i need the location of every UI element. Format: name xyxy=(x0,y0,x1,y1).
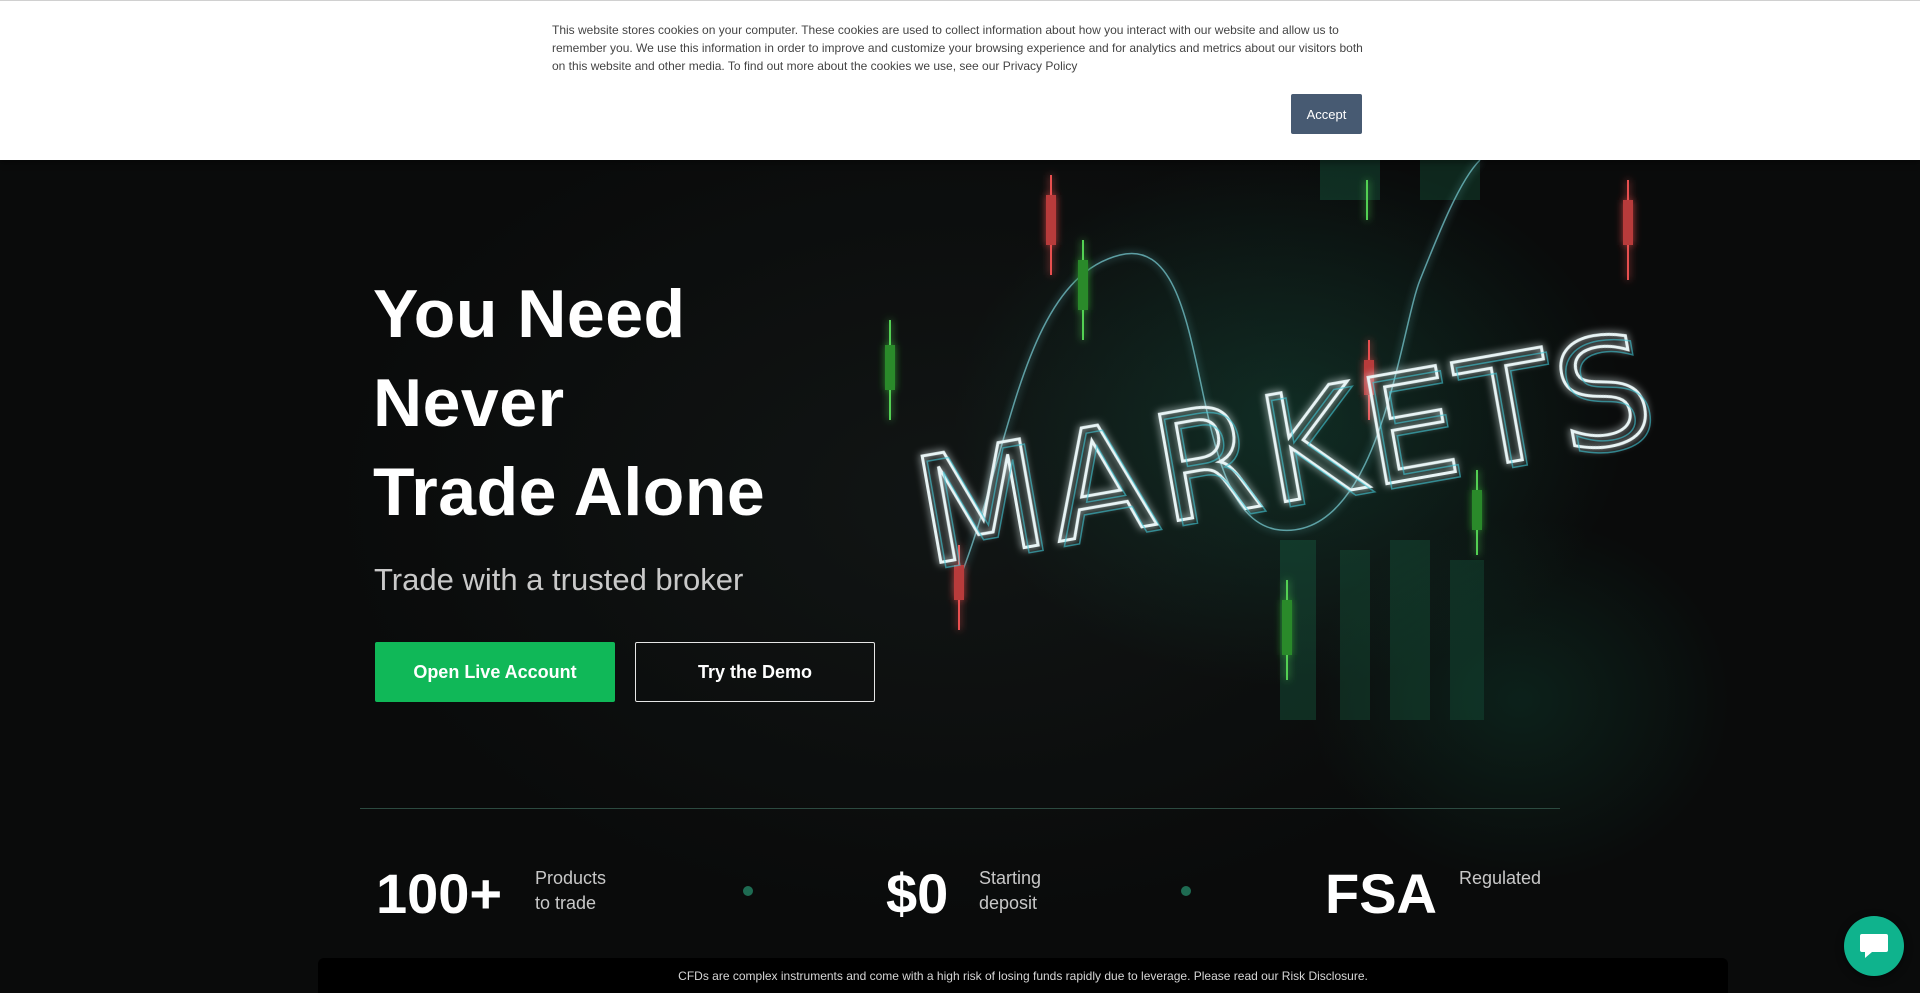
light-streak xyxy=(1390,540,1430,720)
hero-title-line: Never xyxy=(373,365,565,441)
cookie-banner-text: This website stores cookies on your comp… xyxy=(552,23,1363,73)
light-streak xyxy=(1340,550,1370,720)
light-streak xyxy=(1450,560,1484,720)
stat-separator-dot xyxy=(1181,886,1191,896)
stat-label-line: Regulated xyxy=(1459,868,1542,888)
open-live-account-button[interactable]: Open Live Account xyxy=(375,642,615,702)
stat-label: Products to trade xyxy=(535,866,606,916)
candlestick xyxy=(1282,600,1292,655)
hero-subtitle: Trade with a trusted broker xyxy=(374,562,744,597)
hero-title: You Need Never Trade Alone xyxy=(373,270,893,537)
stat-label: Regulated xyxy=(1459,866,1541,891)
hero-title-line: You Need xyxy=(373,276,686,352)
candlestick xyxy=(1078,260,1088,310)
hero-title-line: Trade Alone xyxy=(373,454,766,530)
cookie-banner: This website stores cookies on your comp… xyxy=(0,0,1920,160)
candlestick xyxy=(1623,200,1633,245)
stat-label: Starting deposit xyxy=(979,866,1041,916)
light-streak xyxy=(1320,160,1380,200)
chat-bubble-icon xyxy=(1860,934,1888,958)
risk-disclosure-bar: CFDs are complex instruments and come wi… xyxy=(318,958,1728,993)
candlestick xyxy=(885,345,895,390)
stat-label-line: deposit xyxy=(979,893,1038,913)
risk-disclosure-text[interactable]: CFDs are complex instruments and come wi… xyxy=(678,969,1368,983)
stat-value: $0 xyxy=(886,862,949,925)
light-streak xyxy=(1420,160,1480,200)
stat-label-line: to trade xyxy=(535,893,597,913)
stat-value: FSA xyxy=(1325,862,1437,925)
section-divider xyxy=(360,808,1560,809)
stat-separator-dot xyxy=(743,886,753,896)
try-demo-button[interactable]: Try the Demo xyxy=(635,642,875,702)
chat-button[interactable] xyxy=(1844,916,1904,976)
markets-neon-illustration: MARKETS MARKETS xyxy=(885,160,1660,720)
candlestick xyxy=(1046,195,1056,245)
accept-cookies-button[interactable]: Accept xyxy=(1291,94,1362,134)
stat-label-line: Products xyxy=(535,868,607,888)
stat-label-line: Starting xyxy=(979,868,1042,888)
stat-value: 100+ xyxy=(376,862,503,925)
